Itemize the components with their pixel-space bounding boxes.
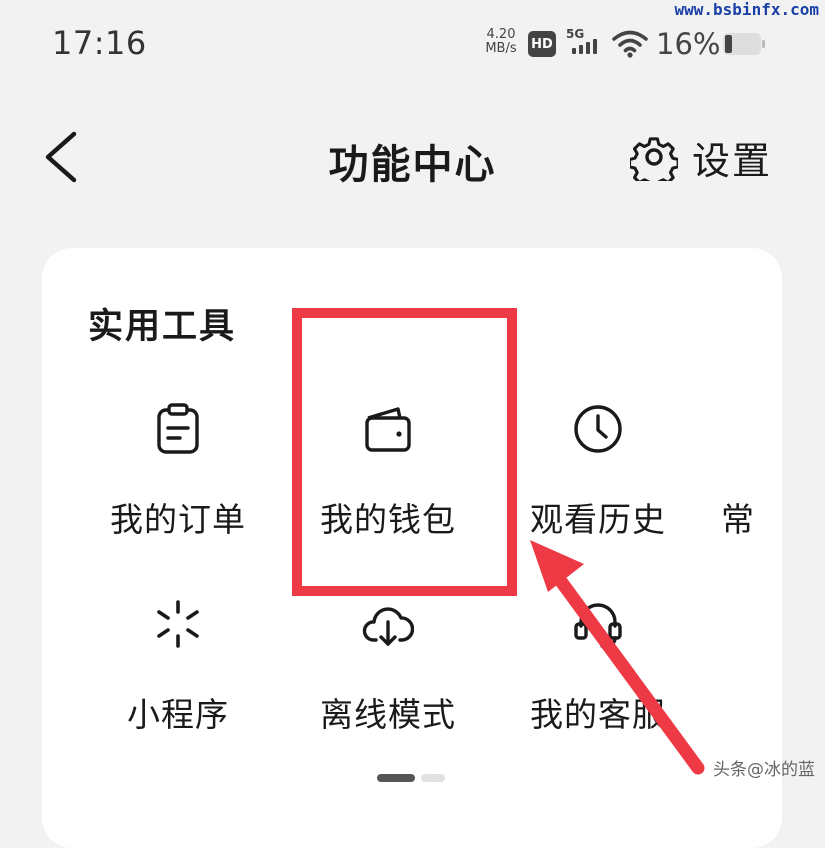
section-title: 实用工具 bbox=[88, 307, 237, 347]
battery-percent: 16% bbox=[656, 27, 721, 61]
network-speed-value: 4.20 bbox=[486, 27, 516, 42]
wallet-icon bbox=[365, 407, 411, 452]
cloud-download-icon bbox=[362, 607, 414, 646]
tool-partial[interactable]: 常 bbox=[703, 403, 782, 553]
tool-label: 我的客服 bbox=[530, 695, 666, 734]
page-indicator bbox=[377, 774, 445, 782]
tool-my-wallet[interactable]: 我的钱包 bbox=[283, 403, 493, 553]
gear-icon bbox=[630, 137, 678, 181]
network-speed-unit: MB/s bbox=[485, 41, 517, 56]
settings-label: 设置 bbox=[692, 138, 773, 183]
tool-label: 我的钱包 bbox=[320, 500, 456, 539]
nav-bar: 功能中心 设置 bbox=[0, 100, 825, 210]
tool-label: 离线模式 bbox=[320, 695, 456, 734]
tool-label: 常 bbox=[721, 500, 755, 539]
tool-mini-program[interactable]: 小程序 bbox=[73, 598, 283, 748]
settings-button[interactable]: 设置 bbox=[630, 130, 772, 184]
tool-customer-service[interactable]: 我的客服 bbox=[493, 598, 703, 748]
tools-card: 实用工具 我的订单 我的钱包 观看历史 常 小程序 离线模式 我的客服 bbox=[42, 248, 782, 848]
network-type: 5G bbox=[566, 27, 585, 41]
tool-my-orders[interactable]: 我的订单 bbox=[73, 403, 283, 553]
tool-offline-mode[interactable]: 离线模式 bbox=[283, 598, 493, 748]
tool-label: 我的订单 bbox=[110, 500, 246, 539]
order-clipboard-icon bbox=[157, 403, 199, 454]
clock-icon bbox=[574, 405, 622, 453]
watermark-credit: 头条@冰的蓝 bbox=[713, 760, 815, 780]
tool-watch-history[interactable]: 观看历史 bbox=[493, 403, 703, 553]
watermark-url: www.bsbinfx.com bbox=[674, 0, 820, 19]
battery-icon bbox=[723, 33, 765, 55]
page-dot-inactive bbox=[421, 774, 445, 782]
tool-label: 小程序 bbox=[127, 695, 229, 734]
hd-badge: HD bbox=[528, 31, 556, 57]
status-time: 17:16 bbox=[52, 24, 147, 62]
network-speed: 4.20 MB/s bbox=[481, 28, 521, 56]
mini-program-icon bbox=[157, 600, 199, 648]
tool-label: 观看历史 bbox=[530, 500, 666, 539]
headset-icon bbox=[574, 603, 622, 648]
wifi-icon bbox=[612, 30, 648, 58]
page-dot-active bbox=[377, 774, 415, 782]
cellular-signal-icon: 5G bbox=[566, 27, 604, 58]
